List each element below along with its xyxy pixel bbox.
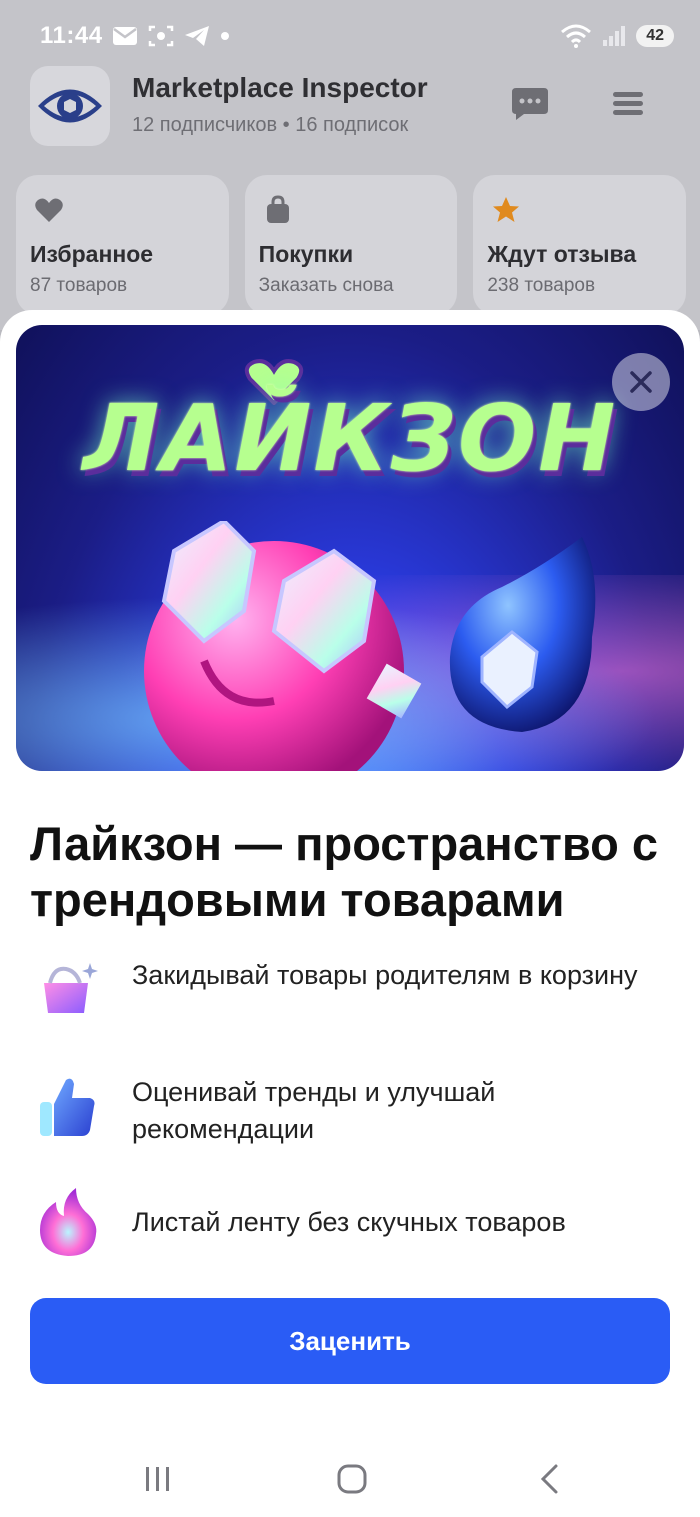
status-time: 11:44 [40, 22, 103, 49]
rate-button[interactable]: Заценить [30, 1298, 670, 1384]
battery-icon: 42 [636, 25, 674, 47]
profile-subtitle: 12 подписчиков • 16 подписок [132, 114, 409, 136]
fire-icon [40, 1188, 97, 1256]
screen-record-icon [148, 25, 174, 47]
card-subtitle: Заказать снова [258, 275, 394, 296]
profile-header: Marketplace Inspector 12 подписчиков • 1… [30, 66, 680, 146]
sheet-title: Лайкзон — пространство с трендовыми това… [30, 817, 659, 926]
back-icon[interactable] [530, 1462, 570, 1496]
background-app: 11:44 42 Marketplace Inspector 12 подпис… [0, 0, 700, 330]
basket-icon [44, 963, 98, 1013]
mail-icon [113, 27, 137, 45]
feature-text: Листай ленту без скучных товаров [132, 1207, 566, 1237]
flame-ball-image [449, 537, 596, 732]
chat-icon[interactable] [510, 86, 554, 126]
smiley-ball-image [144, 521, 422, 771]
promo-banner: ЛАЙКЗОН [16, 325, 684, 771]
profile-name: Marketplace Inspector [132, 72, 428, 103]
recent-apps-icon[interactable] [138, 1462, 178, 1496]
shortcut-cards: Избранное 87 товаров Покупки Заказать сн… [16, 175, 687, 315]
status-bar: 11:44 42 [0, 0, 700, 72]
banner-logo-text: ЛАЙКЗОН [82, 385, 618, 492]
system-nav-bar [0, 1440, 700, 1517]
bag-icon [266, 195, 289, 223]
purchases-card[interactable]: Покупки Заказать снова [244, 175, 458, 315]
card-subtitle: 87 товаров [30, 275, 128, 296]
home-icon[interactable] [332, 1462, 372, 1496]
card-title: Избранное [30, 241, 154, 267]
awaiting-review-card[interactable]: Ждут отзыва 238 товаров [473, 175, 687, 315]
close-button[interactable] [612, 353, 670, 411]
signal-icon [603, 26, 626, 46]
feature-text: Закидывай товары родителям в корзину [132, 960, 638, 990]
feature-text: Оценивай тренды и улучшай рекомендации [132, 1077, 496, 1144]
star-icon [493, 197, 520, 222]
heart-icon [35, 198, 63, 222]
dot-icon [221, 32, 229, 40]
thumbs-up-icon [40, 1078, 95, 1136]
card-title: Покупки [258, 241, 354, 267]
eye-logo-icon[interactable] [30, 66, 110, 146]
telegram-icon [185, 26, 209, 46]
promo-bottom-sheet: ЛАЙКЗОН Лайкзон — пространство с трендов… [0, 310, 700, 1517]
card-subtitle: 238 товаров [487, 275, 596, 296]
favorites-card[interactable]: Избранное 87 товаров [16, 175, 229, 315]
card-title: Ждут отзыва [487, 241, 637, 267]
close-icon [630, 371, 652, 393]
menu-icon[interactable] [612, 90, 648, 122]
wifi-icon [561, 24, 592, 48]
